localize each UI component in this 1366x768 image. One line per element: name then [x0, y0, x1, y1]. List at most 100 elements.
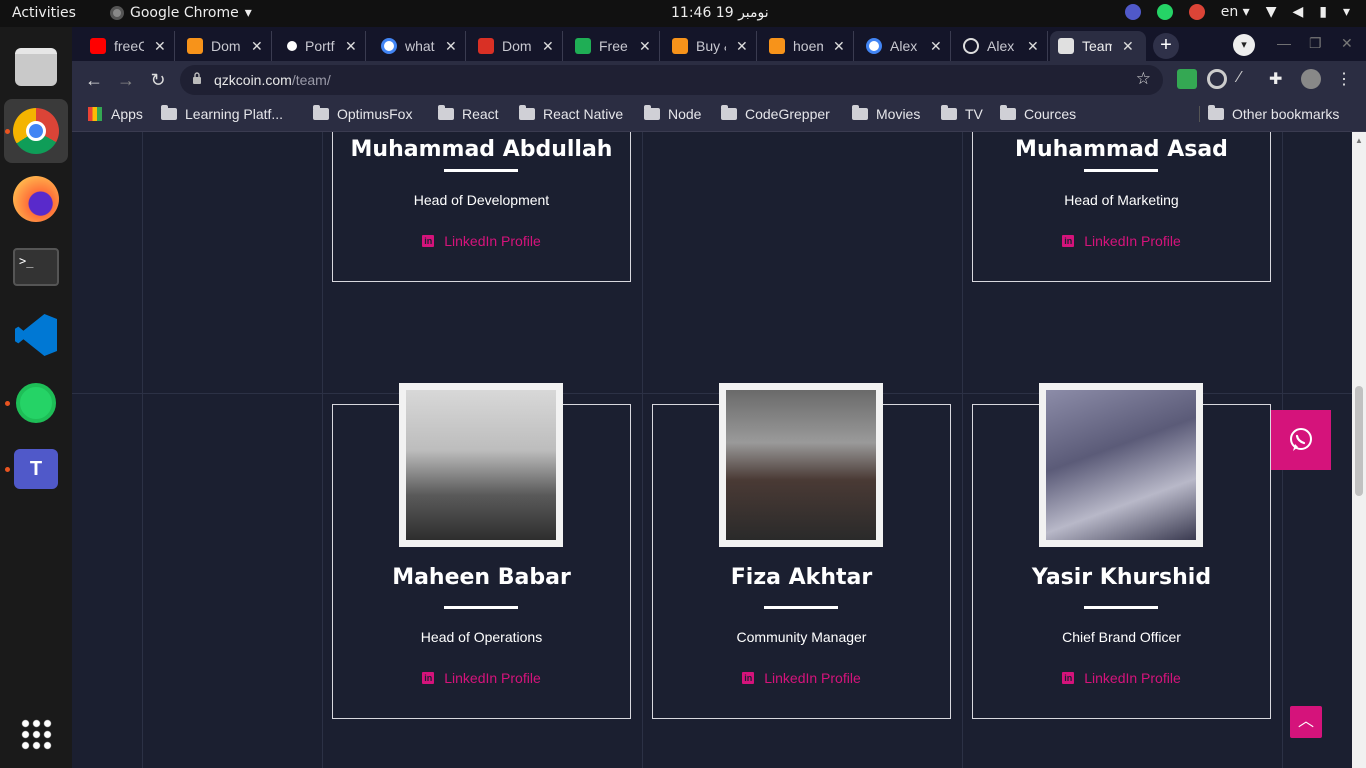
- extension-ro-icon[interactable]: [1177, 69, 1197, 89]
- bookmark-label: Learning Platf...: [185, 106, 284, 122]
- folder-icon: [313, 105, 329, 120]
- bookmark-label: React Native: [543, 106, 624, 122]
- browser-tab[interactable]: freeC ✕: [82, 31, 175, 61]
- bookmark-label: TV: [965, 106, 983, 122]
- wifi-icon[interactable]: ▼: [1266, 4, 1277, 20]
- name-divider: [444, 606, 518, 609]
- coinmarket-icon: [187, 38, 203, 54]
- tab-strip: freeC ✕ Dom ✕ Portf ✕ what ✕ Dom ✕ Free …: [72, 27, 1366, 61]
- browser-tab[interactable]: Free ✕: [567, 31, 660, 61]
- browser-tab[interactable]: what ✕: [373, 31, 466, 61]
- app-menu[interactable]: Google Chrome ▾: [110, 5, 252, 21]
- bookmark-folder[interactable]: React: [438, 105, 499, 122]
- team-card: Muhammad Asad Head of Marketing in Linked…: [972, 132, 1271, 282]
- bookmark-folder[interactable]: CodeGrepper: [721, 105, 830, 122]
- whatsapp-chat-button[interactable]: [1271, 410, 1331, 470]
- browser-tab[interactable]: Alex ✕: [858, 31, 951, 61]
- member-photo: [1039, 383, 1203, 547]
- chrome-app[interactable]: [4, 99, 68, 163]
- close-icon[interactable]: ✕: [251, 38, 263, 55]
- teams-tray-icon[interactable]: [1124, 4, 1141, 20]
- back-button[interactable]: ←: [82, 68, 106, 92]
- folder-icon: [1208, 105, 1224, 120]
- page-scrollbar[interactable]: ▲: [1352, 132, 1366, 768]
- reload-button[interactable]: ↻: [146, 68, 170, 92]
- bookmark-folder[interactable]: Learning Platf...: [161, 105, 284, 122]
- close-icon[interactable]: ✕: [639, 38, 651, 55]
- minimize-button[interactable]: —: [1277, 35, 1291, 51]
- running-indicator: [5, 401, 10, 406]
- clock[interactable]: 11:46 19 نومبر: [671, 5, 769, 21]
- activities-button[interactable]: Activities: [12, 5, 76, 21]
- address-bar[interactable]: qzkcoin.com/team/ ☆: [180, 65, 1163, 95]
- bookmark-star-icon[interactable]: ☆: [1136, 69, 1151, 89]
- scrollbar-thumb[interactable]: [1355, 386, 1363, 496]
- close-icon[interactable]: ✕: [736, 38, 748, 55]
- maximize-button[interactable]: ❐: [1309, 35, 1322, 52]
- browser-tab[interactable]: hoem ✕: [761, 31, 854, 61]
- browser-tab-active[interactable]: Team ✕: [1050, 31, 1146, 61]
- browser-tab[interactable]: Alex ✕: [955, 31, 1048, 61]
- bookmark-label: CodeGrepper: [745, 106, 830, 122]
- tab-search-button[interactable]: ▾: [1233, 34, 1255, 56]
- bookmark-label: Movies: [876, 106, 921, 122]
- whatsapp-tray-icon[interactable]: [1156, 4, 1173, 20]
- chevron-down-icon[interactable]: ▾: [1343, 4, 1350, 20]
- browser-tab[interactable]: Buy & ✕: [664, 31, 757, 61]
- close-window-button[interactable]: ✕: [1341, 35, 1353, 52]
- member-photo: [399, 383, 563, 547]
- teams-app[interactable]: T: [4, 437, 68, 501]
- close-icon[interactable]: ✕: [930, 38, 942, 55]
- close-icon[interactable]: ✕: [154, 38, 166, 55]
- linkedin-link[interactable]: in LinkedIn Profile: [653, 670, 950, 686]
- show-applications-button[interactable]: [4, 702, 68, 766]
- menu-kebab-icon[interactable]: ⋮: [1334, 69, 1354, 89]
- firefox-app[interactable]: [4, 167, 68, 231]
- close-icon[interactable]: ✕: [445, 38, 457, 55]
- extensions-puzzle-icon[interactable]: ✚: [1269, 69, 1289, 89]
- bookmark-folder[interactable]: OptimusFox: [313, 105, 412, 122]
- chrome-tray-icon[interactable]: [1188, 4, 1205, 20]
- bookmark-label: Other bookmarks: [1232, 106, 1340, 122]
- member-name: Muhammad Abdullah: [350, 137, 613, 162]
- other-bookmarks[interactable]: Other bookmarks: [1199, 105, 1340, 122]
- whatsapp-icon: [16, 383, 56, 423]
- linkedin-link[interactable]: in LinkedIn Profile: [333, 233, 630, 249]
- avatar[interactable]: [1301, 69, 1321, 89]
- close-icon[interactable]: ✕: [542, 38, 554, 55]
- bookmark-folder[interactable]: React Native: [519, 105, 624, 122]
- bookmark-apps[interactable]: Apps: [88, 106, 143, 122]
- system-tray[interactable]: en ▾ ▼ ◀ ▮ ▾: [1124, 4, 1350, 20]
- terminal-app[interactable]: >_: [4, 235, 68, 299]
- vscode-app[interactable]: [4, 303, 68, 367]
- close-icon[interactable]: ✕: [1027, 38, 1039, 55]
- linkedin-label: LinkedIn Profile: [444, 670, 541, 686]
- eyedropper-icon[interactable]: ⁄: [1238, 69, 1258, 89]
- close-icon[interactable]: ✕: [345, 38, 357, 55]
- forward-button[interactable]: →: [114, 68, 138, 92]
- bookmark-folder[interactable]: Node: [644, 105, 701, 122]
- new-tab-button[interactable]: +: [1153, 33, 1179, 59]
- member-photo-image: [726, 390, 876, 540]
- bookmark-folder[interactable]: Cources: [1000, 105, 1076, 122]
- browser-tab[interactable]: Dom ✕: [179, 31, 272, 61]
- files-app[interactable]: [4, 35, 68, 99]
- browser-tab[interactable]: Portf ✕: [276, 31, 366, 61]
- close-icon[interactable]: ✕: [833, 38, 845, 55]
- browser-tab[interactable]: Dom ✕: [470, 31, 563, 61]
- extension-target-icon[interactable]: [1207, 69, 1227, 89]
- bookmark-folder[interactable]: Movies: [852, 105, 921, 122]
- scroll-up-arrow[interactable]: ▲: [1355, 136, 1363, 145]
- linkedin-icon: in: [1062, 235, 1075, 247]
- language-indicator[interactable]: en ▾: [1221, 4, 1250, 20]
- volume-icon[interactable]: ◀: [1292, 4, 1303, 20]
- whatsapp-app[interactable]: [4, 371, 68, 435]
- linkedin-link[interactable]: in LinkedIn Profile: [973, 670, 1270, 686]
- linkedin-link[interactable]: in LinkedIn Profile: [333, 670, 630, 686]
- back-to-top-button[interactable]: ︿: [1290, 706, 1322, 738]
- linkedin-link[interactable]: in LinkedIn Profile: [973, 233, 1270, 249]
- close-icon[interactable]: ✕: [1122, 38, 1134, 55]
- bookmark-folder[interactable]: TV: [941, 105, 983, 122]
- tab-label: hoem: [793, 38, 823, 54]
- battery-icon[interactable]: ▮: [1319, 4, 1327, 20]
